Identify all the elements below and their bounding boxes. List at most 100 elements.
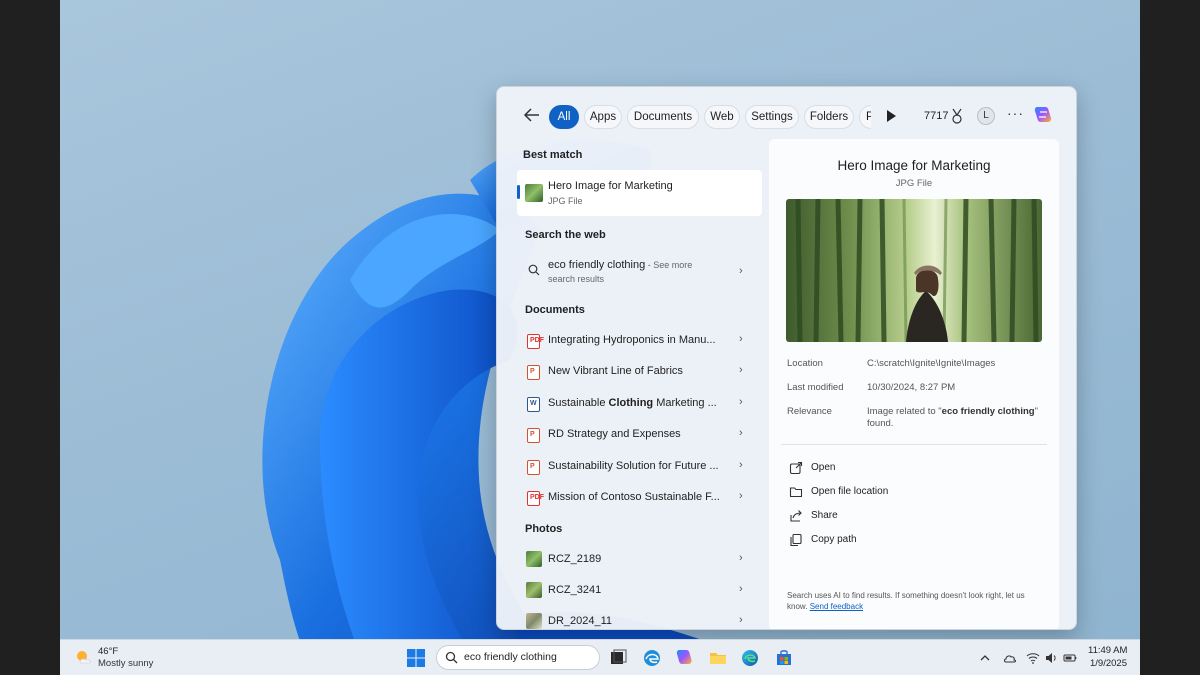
chevron-right-icon: › [739,427,743,439]
web-see-more: - See more [645,260,693,270]
photo-label: RCZ_3241 [548,584,602,596]
document-label: Sustainable Clothing Marketing ... [548,397,717,409]
weather-temperature[interactable]: 46°F [98,646,118,657]
photo-item[interactable]: DR_2024_11 › [517,608,762,629]
rewards-points: 7717 [924,110,949,122]
photo-item[interactable]: RCZ_3241 › [517,577,762,605]
best-match-item[interactable]: Hero Image for Marketing JPG File [517,170,762,216]
document-label: Integrating Hydroponics in Manu... [548,334,716,346]
pdf-file-icon: PDF [527,491,544,506]
powerpoint-file-icon: P [527,365,540,380]
selection-indicator [517,185,520,199]
taskbar-search-box[interactable]: eco friendly clothing [436,645,600,670]
preview-subtitle: JPG File [895,178,933,189]
weather-sunny-icon[interactable] [74,648,92,666]
tab-documents[interactable]: Documents [627,105,699,129]
rewards-medal-icon[interactable] [949,108,965,124]
share-action[interactable]: Share [789,508,989,526]
pdf-file-icon: PDF [527,334,544,349]
taskbar: 46°F Mostly sunny eco friendly clothing [60,639,1140,675]
task-view-icon[interactable] [608,648,628,668]
preview-pane: Hero Image for Marketing JPG File Locati… [769,139,1059,629]
edge-dev-icon[interactable] [642,648,662,668]
open-file-location-action[interactable]: Open file location [789,484,989,502]
bamboo-forest-photo [795,199,1039,342]
send-feedback-link[interactable]: Send feedback [810,602,863,611]
powerpoint-file-icon: P [527,460,540,475]
best-match-title: Hero Image for Marketing [548,180,673,192]
battery-icon[interactable] [1063,651,1077,665]
document-item[interactable]: P New Vibrant Line of Fabrics › [517,358,762,386]
document-label: Sustainability Solution for Future ... [548,460,719,472]
photo-thumbnail [526,551,542,567]
weather-description[interactable]: Mostly sunny [98,658,153,669]
share-label: Share [811,510,838,521]
document-label-post: Marketing ... [653,397,717,409]
document-label-pre: Sustainable [548,397,609,409]
taskbar-time[interactable]: 11:49 AM [1088,645,1127,656]
wifi-icon[interactable] [1026,651,1040,665]
photo-thumbnail [526,613,542,629]
location-label: Location [787,358,823,369]
search-icon [528,264,540,276]
tab-web[interactable]: Web [704,105,740,129]
tab-apps[interactable]: Apps [584,105,622,129]
section-best-match: Best match [523,149,583,161]
more-options-icon[interactable]: ··· [1007,105,1024,121]
document-item[interactable]: P Sustainability Solution for Future ...… [517,453,762,481]
relevance-value: Image related to "eco friendly clothing"… [867,406,1047,430]
right-letterbox [1140,0,1200,675]
back-arrow-icon[interactable] [521,104,543,126]
document-label-match: Clothing [608,397,654,409]
document-label: Mission of Contoso Sustainable F... [548,491,720,503]
open-action[interactable]: Open [789,460,989,478]
tab-folders[interactable]: Folders [804,105,854,129]
copilot-taskbar-icon[interactable] [674,648,694,668]
preview-image[interactable] [786,199,1042,342]
tab-photos-truncated[interactable]: P [859,105,871,129]
results-list: Best match Hero Image for Marketing JPG … [497,139,769,629]
onedrive-cloud-icon[interactable] [1003,651,1017,665]
open-file-location-label: Open file location [811,486,889,497]
chevron-up-icon[interactable] [978,651,992,665]
copilot-icon[interactable] [1031,104,1055,128]
location-value: C:\scratch\Ignite\Ignite\Images [867,358,996,369]
modified-value: 10/30/2024, 8:27 PM [867,382,956,393]
file-explorer-icon[interactable] [708,648,728,668]
user-avatar[interactable]: L [977,107,995,125]
open-external-icon [789,461,803,475]
web-result-label: eco friendly clothing - See more [548,259,692,271]
section-documents: Documents [525,304,585,316]
taskbar-search-input[interactable]: eco friendly clothing [464,651,557,663]
preview-title: Hero Image for Marketing [837,158,991,173]
document-item[interactable]: PDF Mission of Contoso Sustainable F... … [517,484,762,512]
search-icon [445,651,458,664]
scroll-filters-right-icon[interactable] [885,109,897,123]
document-item[interactable]: PDF Integrating Hydroponics in Manu... › [517,327,762,355]
edge-browser-icon[interactable] [740,648,760,668]
microsoft-store-icon[interactable] [774,648,794,668]
chevron-right-icon: › [739,583,743,595]
chevron-right-icon: › [739,265,743,277]
chevron-right-icon: › [739,459,743,471]
photo-label: RCZ_2189 [548,553,602,565]
powerpoint-file-icon: P [527,428,540,443]
tab-all[interactable]: All [549,105,579,129]
photo-item[interactable]: RCZ_2189 › [517,546,762,574]
tab-settings[interactable]: Settings [745,105,799,129]
copy-path-action[interactable]: Copy path [789,532,989,550]
chevron-right-icon: › [739,552,743,564]
document-item[interactable]: W Sustainable Clothing Marketing ... › [517,390,762,418]
volume-icon[interactable] [1044,651,1058,665]
section-photos: Photos [525,523,563,535]
web-result-item[interactable]: eco friendly clothing - See more search … [517,252,762,292]
chevron-right-icon: › [739,333,743,345]
folder-icon [789,487,803,498]
windows-start-icon[interactable] [407,649,425,667]
document-item[interactable]: P RD Strategy and Expenses › [517,421,762,449]
relevance-match: eco friendly clothing [941,406,1035,417]
modified-label: Last modified [787,382,844,393]
best-match-thumbnail [525,184,543,202]
document-label: New Vibrant Line of Fabrics [548,365,683,377]
taskbar-date[interactable]: 1/9/2025 [1090,658,1127,669]
